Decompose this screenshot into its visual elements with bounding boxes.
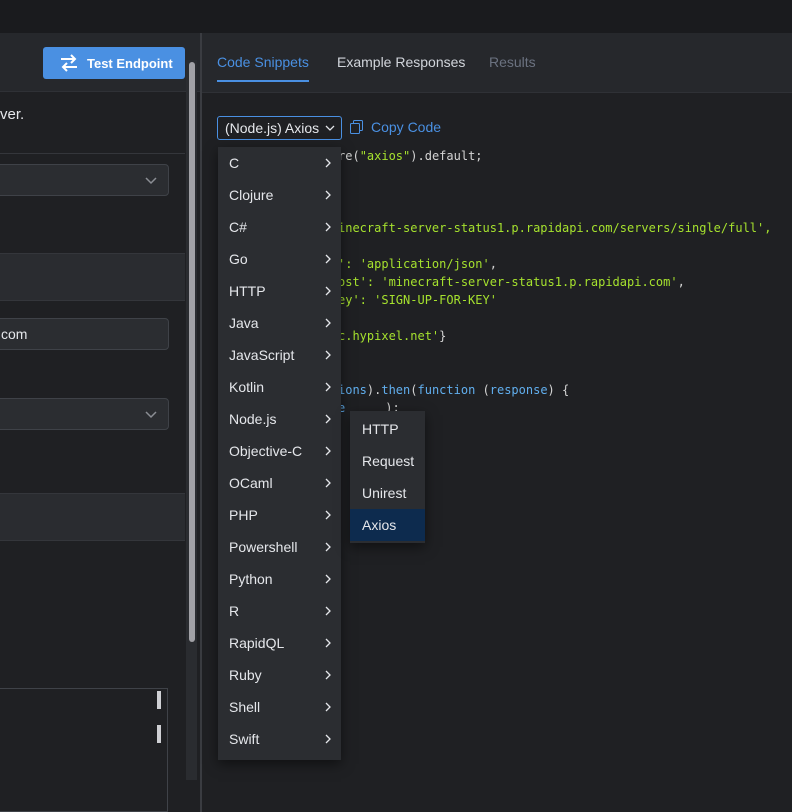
host-input[interactable]: com	[0, 318, 169, 350]
menu-item-ruby[interactable]: Ruby	[218, 659, 341, 691]
submenu-item-axios[interactable]: Axios	[350, 509, 425, 541]
menu-item-c-[interactable]: C#	[218, 211, 341, 243]
code-line: c.hypixel.net'}	[338, 329, 447, 343]
menu-item-node-js[interactable]: Node.js	[218, 403, 341, 435]
chevron-right-icon	[325, 414, 331, 424]
menu-item-javascript[interactable]: JavaScript	[218, 339, 341, 371]
code-line: inecraft-server-status1.p.rapidapi.com/s…	[338, 221, 772, 235]
chevron-right-icon	[325, 478, 331, 488]
chevron-right-icon	[325, 606, 331, 616]
menu-item-label: HTTP	[229, 283, 266, 299]
chevron-right-icon	[325, 254, 331, 264]
chevron-right-icon	[325, 446, 331, 456]
chevron-right-icon	[325, 350, 331, 360]
menu-item-label: Clojure	[229, 187, 274, 203]
chevron-right-icon	[325, 638, 331, 648]
endpoint-description: ver.	[0, 106, 25, 123]
section-header	[0, 253, 185, 301]
menu-item-label: RapidQL	[229, 635, 285, 651]
submenu-item-http[interactable]: HTTP	[350, 413, 425, 445]
copy-icon	[350, 120, 363, 134]
menu-item-ocaml[interactable]: OCaml	[218, 467, 341, 499]
tab-example-responses[interactable]: Example Responses	[337, 54, 465, 70]
code-line: re("axios").default;	[338, 149, 483, 163]
menu-item-label: PHP	[229, 507, 258, 523]
code-panel-tabs: Code Snippets Example Responses Results	[202, 33, 792, 93]
chevron-right-icon	[325, 574, 331, 584]
menu-item-label: JavaScript	[229, 347, 295, 363]
request-panel: Test Endpoint ver. com	[0, 33, 200, 812]
menu-item-go[interactable]: Go	[218, 243, 341, 275]
host-input-value: com	[1, 326, 28, 342]
body-textarea[interactable]	[0, 688, 168, 812]
chevron-right-icon	[325, 286, 331, 296]
menu-item-label: C#	[229, 219, 247, 235]
chevron-right-icon	[325, 382, 331, 392]
chevron-right-icon	[325, 670, 331, 680]
section-header	[0, 493, 185, 541]
code-line: ost': 'minecraft-server-status1.p.rapida…	[338, 275, 685, 289]
menu-item-label: OCaml	[229, 475, 273, 491]
request-panel-header: Test Endpoint	[0, 33, 200, 92]
menu-item-http[interactable]: HTTP	[218, 275, 341, 307]
chevron-down-icon	[145, 411, 157, 419]
menu-item-swift[interactable]: Swift	[218, 723, 341, 755]
select-field[interactable]	[0, 164, 169, 196]
textarea-scroll-mark	[157, 691, 161, 709]
menu-item-java[interactable]: Java	[218, 307, 341, 339]
menu-item-label: Go	[229, 251, 248, 267]
code-line: ey': 'SIGN-UP-FOR-KEY'	[338, 293, 497, 307]
menu-item-r[interactable]: R	[218, 595, 341, 627]
menu-item-c[interactable]: C	[218, 147, 341, 179]
chevron-right-icon	[325, 222, 331, 232]
menu-item-objective-c[interactable]: Objective-C	[218, 435, 341, 467]
language-select-value: (Node.js) Axios	[225, 120, 320, 136]
menu-item-label: Kotlin	[229, 379, 265, 395]
chevron-down-icon	[145, 177, 157, 185]
chevron-right-icon	[325, 318, 331, 328]
tab-results[interactable]: Results	[489, 54, 536, 70]
swap-arrows-icon	[61, 54, 77, 72]
nodejs-submenu: HTTP Request Unirest Axios	[350, 411, 425, 543]
menu-item-label: R	[229, 603, 240, 619]
divider	[0, 153, 185, 154]
code-line: ions).then(function (response) {	[338, 383, 570, 397]
language-select[interactable]: (Node.js) Axios	[217, 116, 342, 140]
menu-item-label: Java	[229, 315, 259, 331]
menu-item-powershell[interactable]: Powershell	[218, 531, 341, 563]
menu-item-kotlin[interactable]: Kotlin	[218, 371, 341, 403]
copy-code-label: Copy Code	[371, 119, 442, 135]
menu-item-label: Ruby	[229, 667, 262, 683]
menu-item-label: Swift	[229, 731, 260, 747]
submenu-item-request[interactable]: Request	[350, 445, 425, 477]
copy-code-button[interactable]: Copy Code	[350, 119, 441, 135]
chevron-right-icon	[325, 734, 331, 744]
menu-item-python[interactable]: Python	[218, 563, 341, 595]
menu-item-label: Python	[229, 571, 273, 587]
menu-item-php[interactable]: PHP	[218, 499, 341, 531]
chevron-right-icon	[325, 190, 331, 200]
menu-item-label: Powershell	[229, 539, 298, 555]
chevron-right-icon	[325, 510, 331, 520]
chevron-down-icon	[325, 125, 335, 131]
menu-item-shell[interactable]: Shell	[218, 691, 341, 723]
textarea-scroll-mark	[157, 725, 161, 743]
select-field[interactable]	[0, 398, 169, 430]
menu-item-clojure[interactable]: Clojure	[218, 179, 341, 211]
menu-item-label: Shell	[229, 699, 261, 715]
language-menu: C Clojure C# Go HTTP Java JavaScript Kotlin Node…	[218, 147, 341, 760]
menu-item-rapidql[interactable]: RapidQL	[218, 627, 341, 659]
chevron-right-icon	[325, 542, 331, 552]
chevron-right-icon	[325, 702, 331, 712]
test-endpoint-button[interactable]: Test Endpoint	[43, 47, 185, 79]
top-bar	[0, 0, 792, 33]
chevron-right-icon	[325, 158, 331, 168]
submenu-item-unirest[interactable]: Unirest	[350, 477, 425, 509]
left-scrollbar-thumb[interactable]	[189, 62, 195, 642]
menu-item-label: Node.js	[229, 411, 277, 427]
menu-item-label: C	[229, 155, 240, 171]
menu-item-label: Objective-C	[229, 443, 303, 459]
test-endpoint-label: Test Endpoint	[87, 55, 173, 71]
code-line: ': 'application/json',	[338, 257, 497, 271]
